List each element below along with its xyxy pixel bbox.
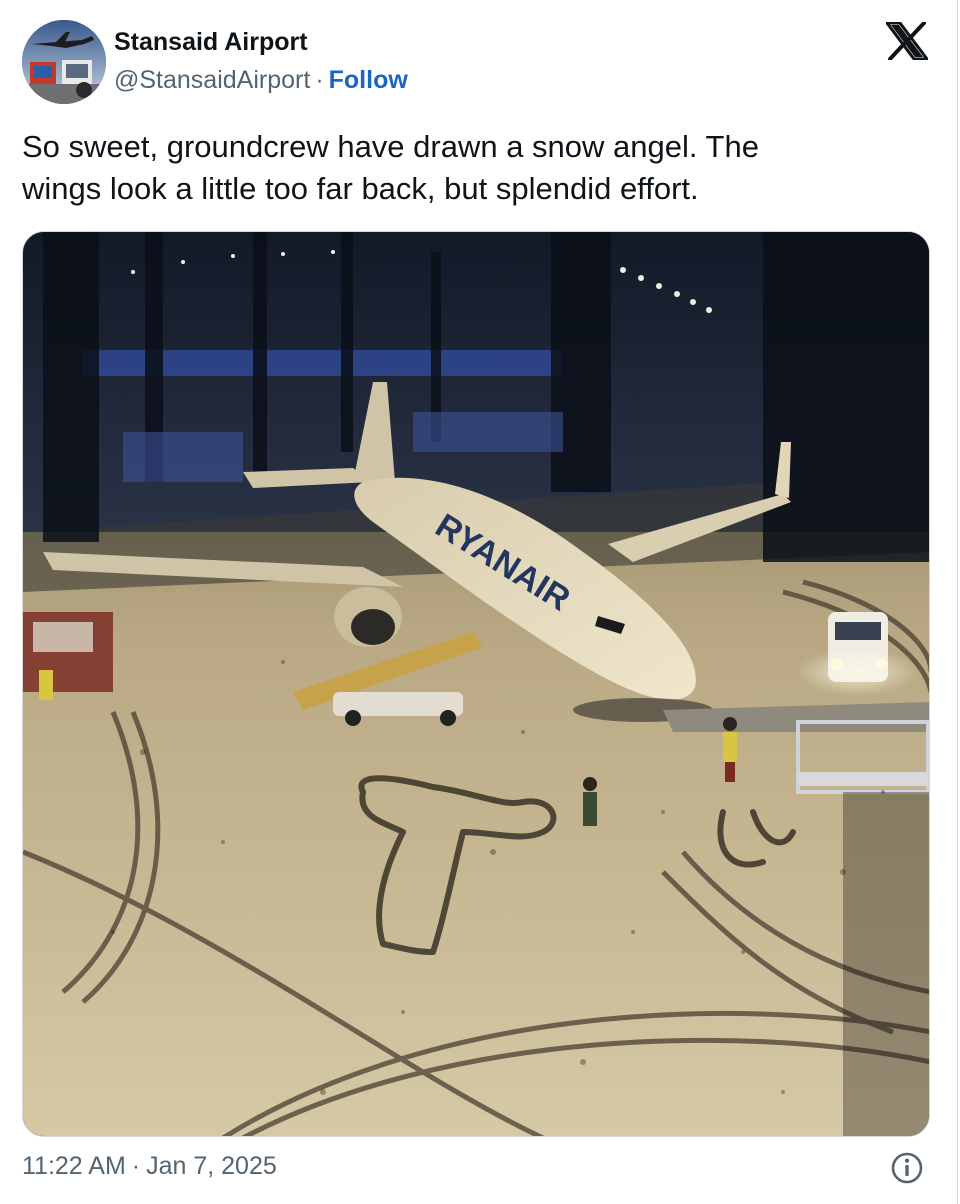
tweet-photo[interactable]: RYANAIR: [22, 231, 930, 1137]
display-name[interactable]: Stansaid Airport: [114, 28, 308, 57]
handle[interactable]: @StansaidAirport: [114, 66, 310, 94]
tweet-time: 11:22 AM: [22, 1152, 126, 1180]
handle-separator: ·: [315, 66, 324, 94]
avatar[interactable]: [22, 20, 106, 104]
timestamp-separator: ·: [131, 1152, 141, 1180]
tweet-text: So sweet, groundcrew have drawn a snow a…: [22, 129, 759, 206]
handle-row: @StansaidAirport · Follow: [114, 66, 408, 95]
tweet-timestamp[interactable]: 11:22 AM · Jan 7, 2025: [22, 1152, 277, 1181]
tweet-card: Stansaid Airport @StansaidAirport · Follow…: [0, 0, 958, 1204]
info-icon[interactable]: [890, 1151, 924, 1185]
x-logo-icon[interactable]: [886, 22, 928, 60]
avatar-image: [22, 20, 106, 104]
tweet-date: Jan 7, 2025: [146, 1152, 277, 1180]
follow-button[interactable]: Follow: [329, 66, 408, 94]
airport-apron-photo: RYANAIR: [23, 232, 929, 1136]
